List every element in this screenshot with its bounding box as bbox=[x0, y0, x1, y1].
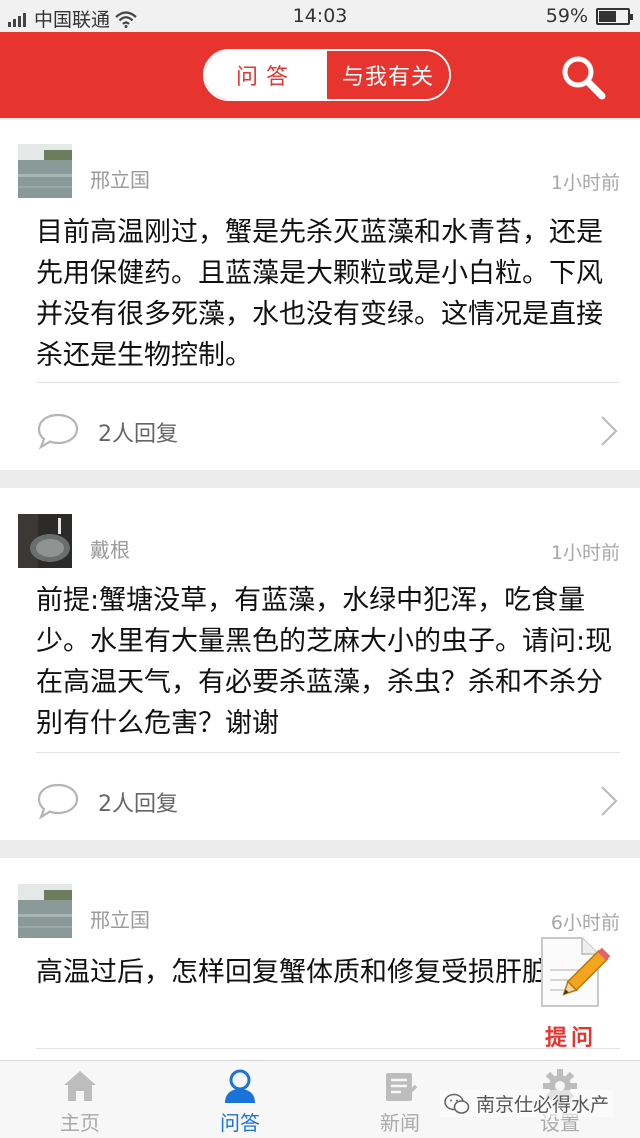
ask-question-label: 提问 bbox=[544, 1026, 597, 1051]
comment-icon bbox=[37, 783, 79, 820]
post-card[interactable]: 邢立国 1小时前 目前高温刚过，蟹是先杀灭蓝藻和水青苔，还是先用保健药。且蓝藻是… bbox=[0, 120, 640, 470]
status-right: 59% bbox=[545, 5, 633, 27]
reply-row[interactable]: 2人回复 bbox=[0, 400, 640, 460]
home-icon bbox=[64, 1071, 96, 1101]
post-text: 目前高温刚过，蟹是先杀灭蓝藻和水青苔，还是先用保健药。且蓝藻是大颗粒或是小白粒。… bbox=[36, 217, 603, 371]
post-author[interactable]: 邢立国 bbox=[90, 904, 150, 933]
battery-fill bbox=[599, 10, 616, 22]
status-time: 14:03 bbox=[292, 5, 348, 27]
chevron-right-icon bbox=[601, 786, 618, 816]
nav-home-label: 主页 bbox=[60, 1111, 100, 1135]
segmented-control: 问答 与我有关 bbox=[203, 49, 451, 101]
reply-count: 2人回复 bbox=[98, 422, 178, 447]
status-bar: 中国联通 14:03 59% bbox=[0, 0, 640, 32]
post-author[interactable]: 邢立国 bbox=[90, 164, 150, 193]
search-icon bbox=[562, 56, 606, 100]
divider bbox=[36, 382, 620, 383]
tab-related-to-me[interactable]: 与我有关 bbox=[327, 51, 449, 99]
wechat-icon bbox=[444, 1093, 470, 1114]
wechat-watermark: 南京仕必得水产 bbox=[440, 1090, 614, 1117]
post-time: 1小时前 bbox=[550, 542, 620, 564]
avatar bbox=[18, 514, 72, 568]
post-card[interactable]: 戴根 1小时前 前提:蟹塘没草，有蓝藻，水绿中犯浑，吃食量少。水里有大量黑色的芝… bbox=[0, 488, 640, 840]
news-icon bbox=[386, 1073, 418, 1101]
tab-qa[interactable]: 问答 bbox=[205, 51, 327, 99]
ask-question-button[interactable]: 提问 bbox=[532, 930, 611, 1051]
post-text: 前提:蟹塘没草，有蓝藻，水绿中犯浑，吃食量少。水里有大量黑色的芝麻大小的虫子。请… bbox=[36, 585, 613, 739]
search-button[interactable] bbox=[558, 52, 608, 102]
battery-icon bbox=[596, 7, 633, 25]
battery-percent: 59% bbox=[545, 5, 588, 27]
nav-home[interactable]: 主页 bbox=[0, 1061, 160, 1138]
app-header: 问答 与我有关 bbox=[0, 32, 640, 118]
nav-qa-label: 问答 bbox=[220, 1111, 260, 1135]
nav-qa[interactable]: 问答 bbox=[160, 1061, 320, 1138]
watermark-text: 南京仕必得水产 bbox=[476, 1094, 610, 1116]
chevron-right-icon bbox=[601, 416, 618, 446]
post-time: 1小时前 bbox=[550, 172, 620, 194]
divider bbox=[36, 752, 620, 753]
reply-row[interactable]: 2人回复 bbox=[0, 770, 640, 830]
edit-icon bbox=[541, 937, 611, 1007]
post-author[interactable]: 戴根 bbox=[90, 534, 130, 563]
reply-count: 2人回复 bbox=[98, 792, 178, 817]
comment-icon bbox=[37, 413, 79, 450]
user-icon bbox=[225, 1069, 255, 1103]
avatar bbox=[18, 144, 72, 198]
avatar bbox=[18, 884, 72, 938]
